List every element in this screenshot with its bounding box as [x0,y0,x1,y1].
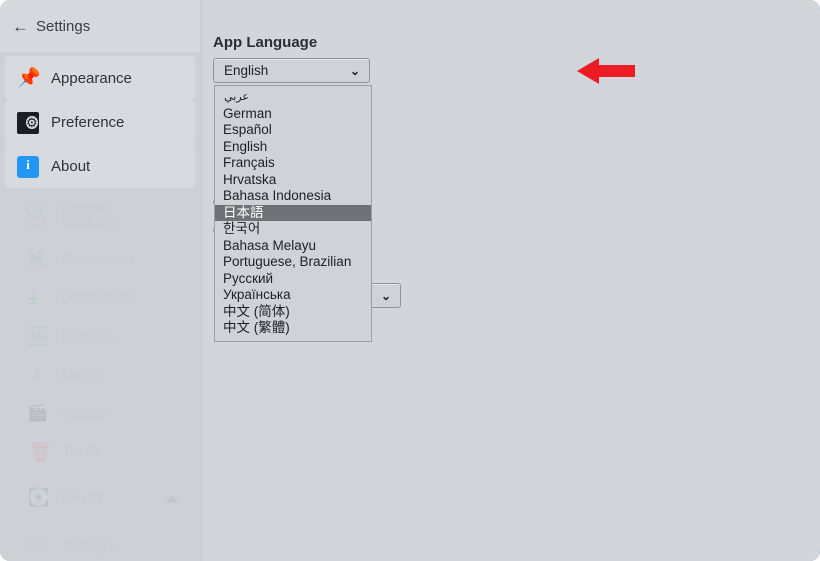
sidebar-item-appearance[interactable]: Appearance [5,56,195,100]
language-select[interactable]: English ⌄ [213,58,370,83]
dropdown-option[interactable]: English [215,139,371,156]
sidebar-item-about[interactable]: i About [5,144,195,188]
dropdown-option[interactable]: Français [215,155,371,172]
dropdown-option[interactable]: Русский [215,271,371,288]
sidebar-item-label: Preference [51,113,125,131]
dropdown-option[interactable]: Українська [215,287,371,304]
dropdown-option[interactable]: Español [215,122,371,139]
settings-sidebar: ← Settings Appearance Preference i About [0,0,200,561]
dropdown-option[interactable]: عربي [215,89,371,106]
settings-title: Settings [36,17,91,35]
dropdown-option[interactable]: Hrvatska [215,172,371,189]
sidebar-item-label: About [51,157,91,175]
preference-icon [17,112,39,134]
paintbrush-icon [17,67,39,89]
info-icon: i [17,156,39,178]
dropdown-option[interactable]: 한국어 [215,221,371,238]
sidebar-item-label: Appearance [51,69,132,87]
dropdown-option[interactable]: Portuguese, Brazilian [215,254,371,271]
sidebar-item-preference[interactable]: Preference [5,100,195,144]
dropdown-option[interactable]: 中文 (简体) [215,304,371,321]
dropdown-option[interactable]: 中文 (繁體) [215,320,371,337]
main-content: App Language ories alongside files ge ⌄ … [203,0,820,561]
language-dropdown-list[interactable]: عربي German Español English Français Hrv… [214,85,372,342]
language-select-value: English [224,63,269,78]
settings-header[interactable]: ← Settings [0,0,200,52]
dropdown-option[interactable]: Bahasa Indonesia [215,188,371,205]
page-title: App Language [213,34,318,51]
chevron-down-icon: ⌄ [380,289,391,303]
dropdown-option-highlighted[interactable]: 日本語 [215,204,371,221]
dropdown-option[interactable]: Bahasa Melayu [215,238,371,255]
annotation-arrow-icon [577,58,635,84]
chevron-down-icon: ⌄ [349,64,360,78]
dropdown-option[interactable]: German [215,106,371,123]
app-window: Xplorer Favorites Home Recent Desktop Do… [0,0,820,561]
back-arrow-icon[interactable]: ← [12,18,29,35]
